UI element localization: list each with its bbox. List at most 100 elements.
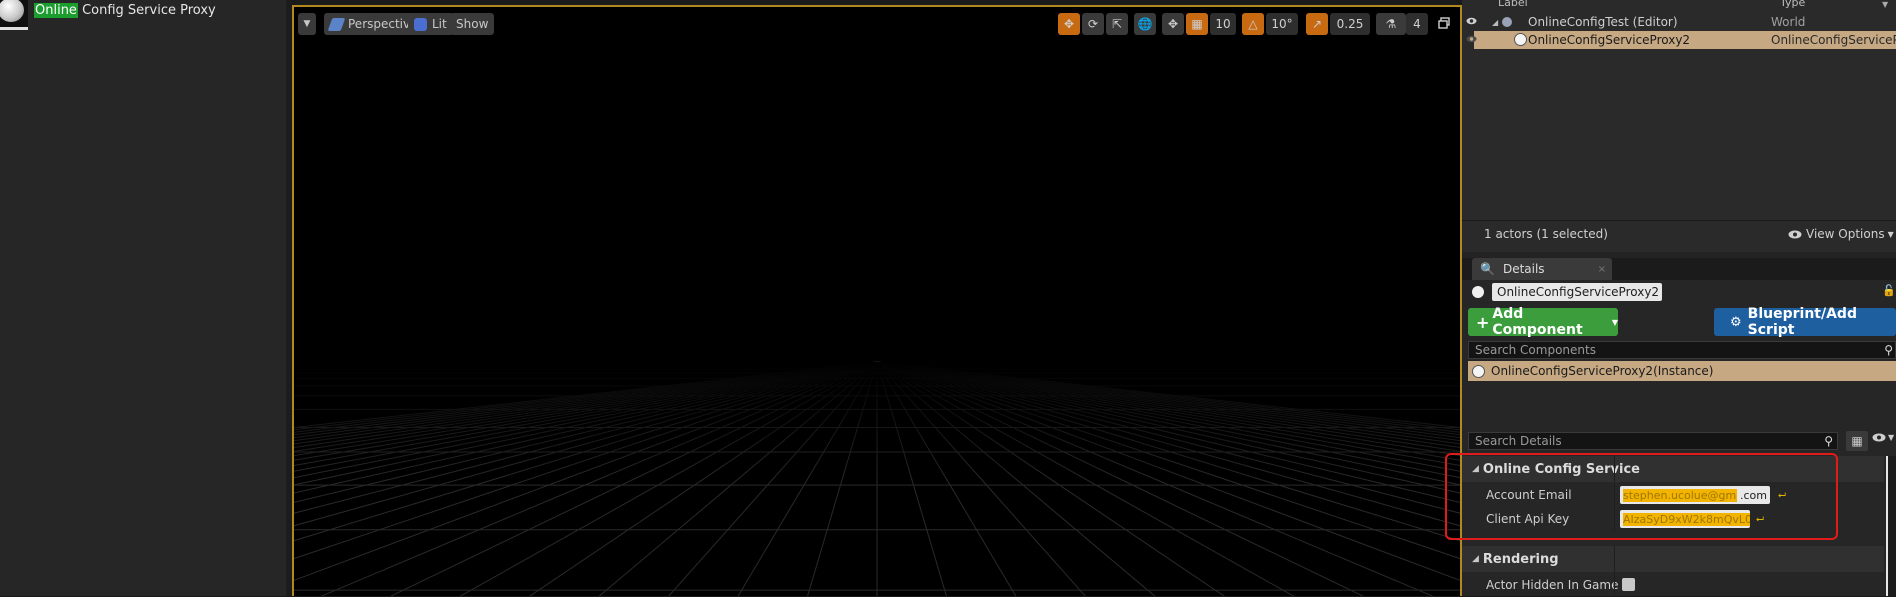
chevron-down-icon: ▼ [1888,433,1895,442]
property-client-api-key: Client Api Key AIzaSyD9xW2k8mQvL0rT ⮠ [1462,507,1884,531]
maximize-viewport-icon[interactable] [1438,17,1450,29]
details-magnifier-icon: 🔍 [1480,262,1495,276]
outliner-row-label: OnlineConfigTest (Editor) [1528,15,1678,29]
outliner-status-bar: 1 actors (1 selected) View Options ▼ [1462,220,1896,245]
grid-snap-text: 10 [1215,17,1231,31]
search-icon: ⚲ [1884,343,1893,357]
place-actor-label-rest: Config Service Proxy [77,3,216,18]
lit-sphere-icon [414,17,427,31]
lock-icon[interactable]: 🔓 [1882,284,1896,297]
place-actors-panel: Online Config Service Proxy [0,0,286,596]
category-rendering[interactable]: ◢ Rendering [1462,546,1884,572]
lit-button[interactable]: Lit [408,13,453,35]
view-options-button[interactable]: View Options ▼ [1788,227,1894,241]
client-api-key-field[interactable]: AIzaSyD9xW2k8mQvL0rT [1620,510,1750,528]
redacted-api-key-value: AIzaSyD9xW2k8mQvL0rT [1623,512,1750,526]
search-components-placeholder: Search Components [1475,343,1596,357]
tab-details[interactable]: 🔍 Details × [1472,258,1612,280]
world-icon [1500,16,1514,28]
scale-snap-icon[interactable]: ↗ [1306,13,1328,35]
actor-sphere-icon [1472,286,1484,298]
email-domain-suffix: .com [1740,488,1767,502]
gears-icon: ⚙ [1730,314,1742,330]
rotation-snap-text: 10° [1271,17,1293,31]
grid-snap-icon[interactable]: ▦ [1186,13,1208,35]
search-details-placeholder: Search Details [1475,434,1562,448]
rotation-snap-value[interactable]: 10° [1266,13,1298,35]
translate-mode-icon[interactable]: ✥ [1058,13,1080,35]
property-matrix-icon[interactable]: ▦ [1846,431,1868,451]
category-label: Online Config Service [1482,461,1640,477]
add-component-label: Add Component [1492,306,1583,338]
viewport-grid [294,361,1460,596]
place-actor-label: Online Config Service Proxy [34,3,216,18]
search-details-input[interactable]: Search Details ⚲ [1468,432,1838,450]
scale-snap-text: 0.25 [1336,17,1364,31]
right-panel: Label Type ▼ ◢ OnlineConfigTest (Editor)… [1462,0,1896,597]
account-email-field[interactable]: stephen.ucolue@gmail.com .com [1620,486,1770,504]
world-space-icon[interactable]: 🌐 [1134,13,1156,35]
eye-icon [1788,230,1802,238]
property-label: Account Email [1486,488,1572,502]
details-panel: OnlineConfigServiceProxy2 🔓 + Add Compon… [1462,280,1896,597]
details-scrollbar[interactable] [1886,456,1896,596]
eye-icon [1872,433,1886,442]
scale-snap-value[interactable]: 0.25 [1330,13,1370,35]
lit-label: Lit [432,17,447,31]
view-options-label: View Options [1806,227,1885,241]
property-label: Client Api Key [1486,512,1570,526]
actor-count-text: 1 actors (1 selected) [1484,227,1608,241]
column-dropdown-icon[interactable]: ▼ [1882,0,1888,9]
blueprint-label: Blueprint/Add Script [1747,306,1857,338]
reset-to-default-icon[interactable]: ⮠ [1778,490,1786,501]
details-view-options-button[interactable]: ▼ [1872,433,1894,442]
search-components-input[interactable]: Search Components ⚲ [1468,341,1896,359]
camera-speed-icon[interactable]: ⚗ [1376,13,1406,35]
actor-sphere-icon [1514,33,1527,46]
grid-snap-value[interactable]: 10 [1210,13,1236,35]
scale-mode-icon[interactable]: ⇱ [1106,13,1128,35]
actor-name-field[interactable]: OnlineConfigServiceProxy2 [1492,283,1662,301]
property-label: Actor Hidden In Game [1486,578,1619,592]
close-tab-icon[interactable]: × [1598,264,1606,275]
blueprint-add-script-button[interactable]: ⚙ Blueprint/Add Script [1714,306,1896,338]
chevron-down-icon: ▼ [303,19,311,29]
outliner-row-type: OnlineConfigServiceP [1771,33,1896,47]
column-label-header[interactable]: Label [1498,0,1528,9]
actor-hidden-checkbox[interactable] [1622,578,1635,591]
component-instance-label: OnlineConfigServiceProxy2(Instance) [1491,364,1714,378]
show-button[interactable]: Show [450,13,495,35]
camera-speed-value[interactable]: 4 [1406,13,1428,35]
category-label: Rendering [1482,551,1559,567]
outliner-row-selected[interactable]: OnlineConfigServiceProxy2 OnlineConfigSe… [1466,31,1896,49]
property-actor-hidden-in-game: Actor Hidden In Game [1462,573,1884,597]
rotate-mode-icon[interactable]: ⟳ [1082,13,1104,35]
reset-to-default-icon[interactable]: ⮠ [1756,514,1764,525]
property-account-email: Account Email stephen.ucolue@gmail.com .… [1462,483,1884,507]
details-tab-bar: 🔍 Details × [1462,258,1896,280]
component-instance-row[interactable]: OnlineConfigServiceProxy2(Instance) [1468,361,1896,381]
category-online-config-service[interactable]: ◢ Online Config Service [1462,456,1884,482]
collapse-arrow-icon: ◢ [1472,554,1479,564]
plus-icon: + [1476,312,1490,332]
outliner-row-world[interactable]: ◢ OnlineConfigTest (Editor) World [1462,13,1896,31]
expand-arrow-icon[interactable]: ◢ [1492,18,1498,27]
viewport-options-button[interactable]: ▼ [298,13,316,35]
column-type-header[interactable]: Type [1780,0,1805,9]
details-tab-label: Details [1502,262,1545,276]
surface-snap-icon[interactable]: ✥ [1162,13,1184,35]
rotation-snap-icon[interactable]: △ [1242,13,1264,35]
visibility-eye-icon[interactable] [1466,17,1477,25]
place-actor-item[interactable]: Online Config Service Proxy [0,0,216,30]
sphere-thumbnail-icon [0,0,28,30]
chevron-down-icon: ▼ [1611,317,1618,327]
show-label: Show [456,17,489,31]
visibility-eye-icon[interactable] [1466,35,1477,43]
search-match-highlight: Online [34,3,78,18]
camera-speed-text: 4 [1413,17,1421,31]
chevron-down-icon: ▼ [1887,229,1894,239]
add-component-button[interactable]: + Add Component ▼ [1468,306,1618,338]
level-viewport[interactable]: ▼ Perspective Lit Show ✥ ⟳ ⇱ 🌐 ✥ ▦ 10 △ … [292,5,1462,596]
outliner-row-label: OnlineConfigServiceProxy2 [1528,33,1691,47]
collapse-arrow-icon: ◢ [1472,464,1479,474]
